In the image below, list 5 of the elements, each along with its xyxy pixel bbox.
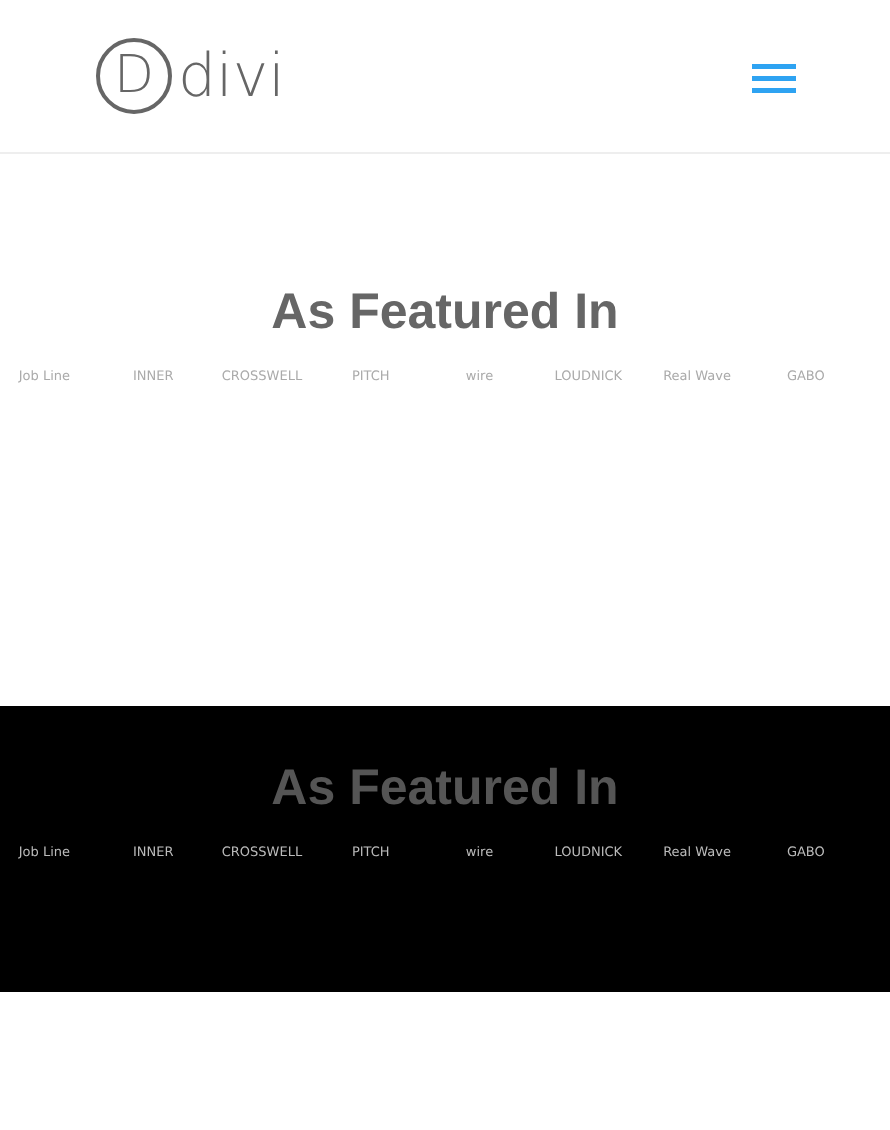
logo-mark: D [96, 38, 172, 114]
section-title: As Featured In [269, 758, 621, 818]
section-title: As Featured In [269, 282, 621, 342]
menu-icon[interactable] [752, 62, 796, 94]
logo-text: divi [178, 41, 285, 111]
